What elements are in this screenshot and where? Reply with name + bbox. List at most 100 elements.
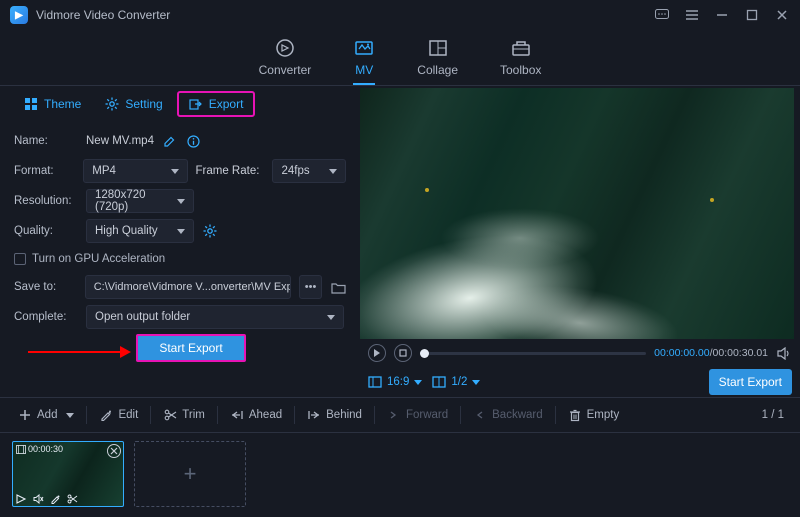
clip-action-icons (16, 494, 78, 504)
marker-dot (710, 198, 714, 202)
complete-select[interactable]: Open output folder (86, 305, 344, 329)
chevron-down-icon (66, 413, 74, 418)
trim-label: Trim (182, 409, 205, 421)
aspect-ratio-select[interactable]: 16:9 (368, 376, 422, 388)
clip-mute-icon[interactable] (33, 494, 44, 504)
subtab-export[interactable]: Export (177, 91, 256, 117)
gpu-checkbox[interactable] (14, 253, 26, 265)
clip-edit-icon[interactable] (50, 494, 61, 504)
mv-icon (353, 37, 375, 59)
tab-mv[interactable]: MV (353, 30, 375, 85)
framerate-label: Frame Rate: (196, 165, 265, 177)
complete-value: Open output folder (95, 311, 190, 323)
resolution-select[interactable]: 1280x720 (720p) (86, 189, 194, 213)
player-controls: 00:00:00.00/00:00:30.01 (360, 339, 800, 367)
trim-button[interactable]: Trim (155, 402, 213, 428)
split-icon (432, 376, 446, 388)
video-preview[interactable] (360, 88, 794, 339)
volume-icon[interactable] (776, 345, 792, 361)
edit-label: Edit (118, 409, 138, 421)
minimize-icon[interactable] (710, 3, 734, 27)
tab-converter-label: Converter (259, 63, 312, 77)
resolution-label: Resolution: (14, 195, 78, 207)
open-folder-icon[interactable] (330, 279, 346, 295)
chevron-down-icon (177, 229, 185, 234)
app-title: Vidmore Video Converter (36, 8, 170, 22)
forward-label: Forward (406, 409, 448, 421)
subtab-theme[interactable]: Theme (14, 91, 91, 117)
edit-button[interactable]: Edit (91, 402, 146, 428)
plus-icon: + (184, 463, 197, 485)
converter-icon (274, 37, 296, 59)
format-label: Format: (14, 165, 75, 177)
framerate-value: 24fps (281, 165, 309, 177)
saveto-path[interactable]: C:\Vidmore\Vidmore V...onverter\MV Expor… (85, 275, 291, 299)
forward-icon (387, 408, 401, 422)
start-export-small-button[interactable]: Start Export (709, 369, 792, 395)
export-icon (189, 97, 203, 111)
trash-icon (568, 408, 582, 422)
remove-clip-button[interactable] (107, 444, 121, 458)
quality-settings-icon[interactable] (202, 223, 218, 239)
backward-button[interactable]: Backward (465, 402, 551, 428)
feedback-icon[interactable] (650, 3, 674, 27)
clip-duration: 00:00:30 (28, 444, 63, 454)
forward-button[interactable]: Forward (379, 402, 456, 428)
ahead-label: Ahead (249, 409, 282, 421)
subtab-theme-label: Theme (44, 97, 81, 111)
subtab-export-label: Export (209, 97, 244, 111)
backward-icon (473, 408, 487, 422)
maximize-icon[interactable] (740, 3, 764, 27)
quality-value: High Quality (95, 225, 158, 237)
top-nav: Converter MV Collage Toolbox (0, 30, 800, 86)
clip-trim-icon[interactable] (67, 494, 78, 504)
total-time: 00:00:30.01 (713, 347, 768, 359)
tab-mv-label: MV (355, 63, 373, 77)
subtab-setting[interactable]: Setting (95, 91, 172, 117)
behind-icon (307, 408, 321, 422)
seek-handle[interactable] (420, 349, 429, 358)
complete-label: Complete: (14, 311, 78, 323)
plus-icon (18, 408, 32, 422)
name-info-icon[interactable] (186, 133, 202, 149)
split-view-select[interactable]: 1/2 (432, 376, 480, 388)
tab-collage[interactable]: Collage (417, 30, 458, 85)
format-value: MP4 (92, 165, 116, 177)
quality-select[interactable]: High Quality (86, 219, 194, 243)
empty-button[interactable]: Empty (560, 402, 628, 428)
tab-toolbox[interactable]: Toolbox (500, 30, 541, 85)
tab-converter[interactable]: Converter (259, 30, 312, 85)
stop-button[interactable] (394, 344, 412, 362)
format-select[interactable]: MP4 (83, 159, 187, 183)
main-body: Theme Setting Export Name: New MV.mp4 Fo… (0, 86, 800, 397)
start-export-button[interactable]: Start Export (136, 334, 246, 362)
clip-play-icon[interactable] (16, 494, 27, 504)
browse-button[interactable]: ••• (299, 275, 323, 299)
behind-button[interactable]: Behind (299, 402, 370, 428)
clip-strip: 00:00:30 + (0, 433, 800, 517)
behind-label: Behind (326, 409, 362, 421)
marker-dot (425, 188, 429, 192)
ahead-button[interactable]: Ahead (222, 402, 290, 428)
close-icon[interactable] (770, 3, 794, 27)
scissors-icon (163, 408, 177, 422)
titlebar: ▶ Vidmore Video Converter (0, 0, 800, 30)
add-clip-slot[interactable]: + (134, 441, 246, 507)
play-button[interactable] (368, 344, 386, 362)
aspect-value: 16:9 (387, 376, 409, 388)
add-label: Add (37, 409, 57, 421)
menu-icon[interactable] (680, 3, 704, 27)
clip-thumbnail[interactable]: 00:00:30 (12, 441, 124, 507)
edit-name-icon[interactable] (162, 133, 178, 149)
toolbox-icon (510, 37, 532, 59)
framerate-select[interactable]: 24fps (272, 159, 346, 183)
add-button[interactable]: Add (10, 402, 82, 428)
tab-toolbox-label: Toolbox (500, 63, 541, 77)
gpu-label: Turn on GPU Acceleration (32, 253, 165, 265)
bottom-toolbar: Add Edit Trim Ahead Behind Forward Backw… (0, 397, 800, 433)
film-icon (16, 445, 26, 454)
seek-bar[interactable] (420, 352, 646, 355)
chevron-down-icon (177, 199, 185, 204)
setting-icon (105, 97, 119, 111)
tab-collage-label: Collage (417, 63, 458, 77)
